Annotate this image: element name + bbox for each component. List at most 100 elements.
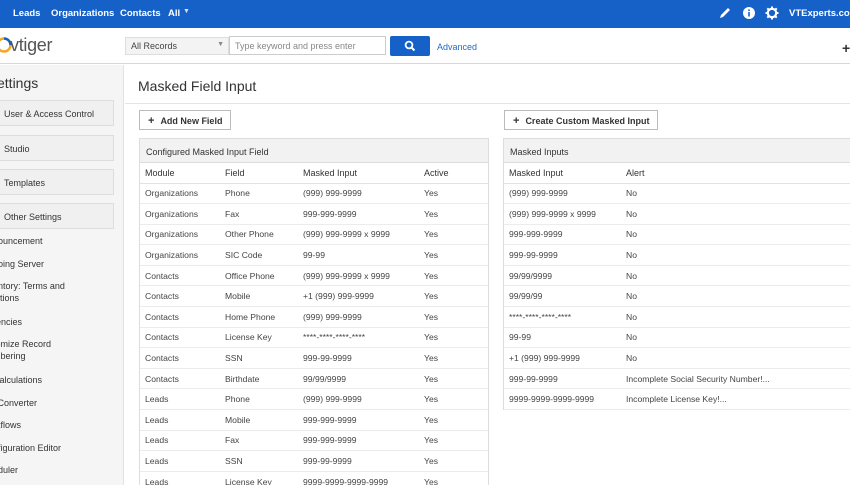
table-cell: Fax <box>220 203 298 225</box>
table-cell: Incomplete License Key!... <box>621 388 850 411</box>
configured-masked-input-panel: Configured Masked Input Field Module Fie… <box>139 138 489 485</box>
table-row[interactable]: Organizations Fax 999-999-9999 Yes <box>140 203 488 225</box>
table-body: (999) 999-9999 No (999) 999-9999 x 9999 No 9… <box>504 183 850 411</box>
table-row[interactable]: Organizations Phone (999) 999-9999 Yes <box>140 183 488 205</box>
info-icon[interactable] <box>742 6 756 20</box>
table-row[interactable]: 99/99/9999 No <box>504 265 850 287</box>
search-scope-select[interactable]: All Records ▼ <box>125 37 229 55</box>
search-scope-value: All Records <box>131 41 178 51</box>
table-body: Organizations Phone (999) 999-9999 Yes Organ… <box>140 183 488 485</box>
search-icon <box>404 40 416 52</box>
table-row[interactable]: 9999-9999-9999-9999 Incomplete License Ke… <box>504 388 850 411</box>
table-row[interactable]: Contacts License Key ****-****-****-**** Ye… <box>140 327 488 349</box>
table-row[interactable]: (999) 999-9999 No <box>504 183 850 205</box>
table-row[interactable]: +1 (999) 999-9999 No <box>504 347 850 369</box>
table-cell: No <box>621 203 850 225</box>
sidebar-item-announcement[interactable]: nouncement <box>0 235 43 247</box>
table-row[interactable]: 99/99/99 No <box>504 285 850 308</box>
column-header: Alert <box>621 163 850 184</box>
sidebar-item-outgoing-server[interactable]: going Server <box>0 258 44 270</box>
table-row[interactable]: 999-99-9999 Incomplete Social Security Nu… <box>504 368 850 390</box>
nav-all[interactable]: All <box>168 8 180 19</box>
table-cell: No <box>621 285 850 308</box>
column-header: Masked Input <box>298 163 419 184</box>
table-cell: No <box>621 347 850 369</box>
chevron-down-icon[interactable]: ▼ <box>183 8 190 15</box>
top-navigation-bar: Leads Organizations Contacts All ▼ VTExp… <box>0 0 850 28</box>
table-row[interactable]: ****-****-****-**** No <box>504 306 850 328</box>
sidebar-section-templates[interactable]: Templates <box>0 169 114 195</box>
table-cell: +1 (999) 999-9999 <box>298 285 419 308</box>
sidebar-section-label: Studio <box>4 144 30 154</box>
sidebar-item-currencies[interactable]: rencies <box>0 316 22 328</box>
sidebar-item-configuration-editor[interactable]: nfiguration Editor <box>0 442 61 454</box>
table-cell: Leads <box>140 471 220 485</box>
table-cell: SSN <box>220 450 298 472</box>
table-row[interactable]: Leads Fax 999-999-9999 Yes <box>140 430 488 452</box>
table-cell: Office Phone <box>220 265 298 287</box>
table-row[interactable]: Contacts Office Phone (999) 999-9999 x 999… <box>140 265 488 287</box>
table-row[interactable]: 99-99 No <box>504 327 850 349</box>
chevron-down-icon: ▼ <box>217 41 224 48</box>
nav-organizations[interactable]: Organizations <box>51 8 114 19</box>
table-row[interactable]: Organizations Other Phone (999) 999-9999 x… <box>140 224 488 246</box>
table-cell: ****-****-****-**** <box>298 327 419 349</box>
table-row[interactable]: Leads SSN 999-99-9999 Yes <box>140 450 488 472</box>
plus-icon: + <box>148 115 155 127</box>
table-row[interactable]: Contacts SSN 999-99-9999 Yes <box>140 347 488 369</box>
gear-icon[interactable] <box>765 6 779 20</box>
table-cell: Phone <box>220 388 298 411</box>
pencil-icon[interactable] <box>718 6 732 20</box>
table-cell: 999-99-9999 <box>298 347 419 369</box>
table-row[interactable]: 999-99-9999 No <box>504 244 850 266</box>
table-row[interactable]: Leads Phone (999) 999-9999 Yes <box>140 388 488 411</box>
table-cell: Organizations <box>140 224 220 246</box>
create-custom-masked-input-button[interactable]: + Create Custom Masked Input <box>504 110 659 130</box>
quick-create-icon[interactable]: + <box>842 40 850 56</box>
table-cell: Contacts <box>140 285 220 308</box>
sidebar-section-other-settings[interactable]: Other Settings <box>0 203 114 229</box>
table-row[interactable]: Contacts Home Phone (999) 999-9999 Yes <box>140 306 488 328</box>
table-cell: 99-99 <box>504 327 621 349</box>
table-cell: (999) 999-9999 <box>504 183 621 205</box>
table-row[interactable]: Contacts Mobile +1 (999) 999-9999 Yes <box>140 285 488 308</box>
sidebar-item-workflows[interactable]: rkflows <box>0 419 21 431</box>
masked-inputs-table: Masked Input Alert (999) 999-9999 No (999)… <box>504 163 850 411</box>
table-cell: Yes <box>419 327 488 349</box>
search-button[interactable] <box>390 36 430 56</box>
table-cell: Yes <box>419 265 488 287</box>
sidebar-item-mail-converter[interactable]: l Converter <box>0 397 37 409</box>
sidebar-item-calculations[interactable]: Calculations <box>0 374 42 386</box>
page-title: Masked Field Input <box>138 78 257 94</box>
vtiger-logo[interactable]: vtiger <box>0 34 86 58</box>
table-cell: No <box>621 224 850 246</box>
table-cell: Yes <box>419 183 488 205</box>
table-cell: Yes <box>419 347 488 369</box>
search-input[interactable] <box>229 36 386 55</box>
table-cell: (999) 999-9999 x 9999 <box>504 203 621 225</box>
nav-contacts[interactable]: Contacts <box>120 8 161 19</box>
sidebar-section-user-access[interactable]: User & Access Control <box>0 100 114 126</box>
advanced-search-link[interactable]: Advanced <box>437 42 477 52</box>
column-header: Field <box>220 163 298 184</box>
table-row[interactable]: Contacts Birthdate 99/99/9999 Yes <box>140 368 488 390</box>
table-row[interactable]: (999) 999-9999 x 9999 No <box>504 203 850 225</box>
sidebar-item-inventory-terms[interactable]: entory: Terms andditions <box>0 280 65 304</box>
table-row[interactable]: Leads Mobile 999-999-9999 Yes <box>140 409 488 431</box>
sidebar-item-customize-record-numbering[interactable]: tomize Recordmbering <box>0 338 51 362</box>
table-cell: Yes <box>419 285 488 308</box>
table-row[interactable]: Organizations SIC Code 99-99 Yes <box>140 244 488 266</box>
plus-icon: + <box>513 115 520 127</box>
table-cell: Yes <box>419 244 488 266</box>
divider <box>125 103 850 104</box>
sidebar-section-studio[interactable]: Studio <box>0 135 114 161</box>
nav-leads[interactable]: Leads <box>13 8 40 19</box>
sidebar-item-scheduler[interactable]: eduler <box>0 464 18 476</box>
user-account-link[interactable]: VTExperts.com <box>789 8 850 19</box>
table-row[interactable]: Leads License Key 9999-9999-9999-9999 Yes <box>140 471 488 485</box>
table-cell: 99/99/9999 <box>298 368 419 390</box>
table-cell: Incomplete Social Security Number!... <box>621 368 850 390</box>
table-row[interactable]: 999-999-9999 No <box>504 224 850 246</box>
table-cell: 99/99/99 <box>504 285 621 308</box>
add-new-field-button[interactable]: + Add New Field <box>139 110 232 130</box>
